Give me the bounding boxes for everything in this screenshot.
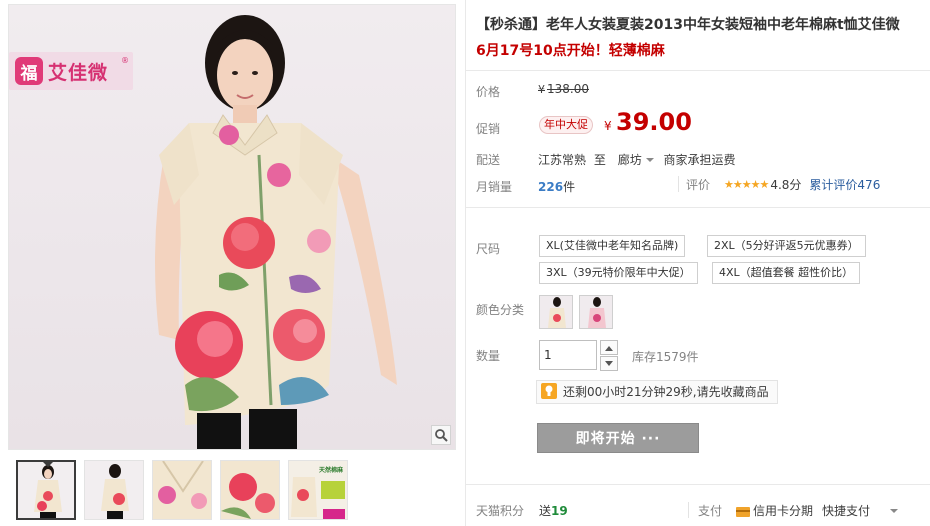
points-info: 送19 [539, 502, 568, 519]
product-info-panel: 【秒杀通】老年人女装夏装2013中年女装短袖中老年棉麻t恤艾佳微 6月17号10… [465, 0, 930, 526]
rating-score: 4.8分 [770, 178, 802, 192]
credit-installment[interactable]: 信用卡分期 [736, 502, 813, 519]
divider [678, 176, 679, 192]
pay-label: 支付 [698, 504, 723, 518]
monthly-sales-label: 月销量 [476, 180, 513, 194]
coming-soon-button[interactable]: 即将开始 ··· [537, 423, 699, 453]
registered-mark: ® [121, 56, 129, 65]
divider [688, 502, 689, 518]
credit-card-icon [736, 506, 750, 517]
stock-count: 库存1579件 [632, 350, 699, 364]
divider [466, 70, 930, 71]
size-option-2xl[interactable]: 2XL（5分好评返5元优惠券） [707, 235, 866, 257]
thumbnail-strip: 天然棉麻 [16, 460, 356, 522]
quick-pay-selector[interactable]: 快捷支付 [822, 502, 904, 519]
rating-label: 评价 [686, 178, 711, 192]
main-product-image[interactable]: 福 艾佳微 ® [8, 4, 456, 450]
points-prefix: 送 [539, 504, 552, 518]
thumb-back-view[interactable] [84, 460, 144, 520]
ship-from: 江苏常熟 [538, 153, 587, 167]
countdown-text: 还剩00小时21分钟29秒,请先收藏商品 [563, 385, 769, 399]
ship-to-selector[interactable]: 廊坊 [614, 153, 660, 167]
product-gallery: 福 艾佳微 ® 天然棉麻 [8, 4, 456, 526]
currency-symbol: ¥ [538, 83, 545, 96]
product-subtitle: 6月17号10点开始！轻薄棉麻 [476, 43, 665, 59]
price-label: 价格 [476, 85, 501, 99]
quantity-decrease-button[interactable] [600, 356, 618, 371]
quick-pay-label: 快捷支付 [822, 504, 871, 518]
brand-logo: 福 艾佳微 ® [9, 52, 133, 90]
delivery-info: 江苏常熟 至 廊坊 商家承担运费 [538, 151, 736, 168]
points-label: 天猫积分 [476, 504, 525, 518]
size-option-3xl[interactable]: 3XL（39元特价限年中大促） [539, 262, 698, 284]
size-label: 尺码 [476, 242, 501, 256]
sales-count: 226 [538, 180, 564, 194]
original-price-value: 138.00 [547, 82, 589, 96]
thumb-pattern-detail[interactable] [220, 460, 280, 520]
quantity-increase-button[interactable] [600, 340, 618, 355]
thumb-front-view[interactable] [16, 460, 76, 520]
color-label: 颜色分类 [476, 303, 525, 317]
chevron-down-icon [890, 508, 899, 513]
shipping-note: 商家承担运费 [663, 153, 736, 167]
points-value: 19 [551, 504, 568, 518]
chevron-down-icon [645, 157, 654, 162]
promo-price: 39.00 [616, 108, 692, 136]
rating-area: 评价 ★★★★★ 4.8分 累计评价476 [686, 176, 880, 193]
promo-label: 促销 [476, 122, 501, 136]
credit-label: 信用卡分期 [753, 504, 814, 518]
ship-to: 廊坊 [617, 153, 642, 167]
quantity-input[interactable] [539, 340, 597, 370]
color-option-cream-floral[interactable] [539, 295, 573, 329]
thumb-promo-banner[interactable]: 天然棉麻 [288, 460, 348, 520]
lightbulb-icon [541, 383, 557, 399]
product-title: 【秒杀通】老年人女装夏装2013中年女装短袖中老年棉麻t恤艾佳微 [476, 17, 900, 33]
footer-row: 天猫积分 送19 支付 信用卡分期 快捷支付 [476, 502, 926, 522]
sales-unit: 件 [563, 180, 576, 194]
color-option-pink-floral[interactable] [579, 295, 613, 329]
countdown-tip: 还剩00小时21分钟29秒,请先收藏商品 [536, 380, 778, 404]
promo-currency-symbol: ¥ [604, 119, 612, 133]
thumb-collar-detail[interactable] [152, 460, 212, 520]
divider [466, 207, 930, 208]
brand-name: 艾佳微 [48, 61, 109, 84]
magnifier-icon[interactable] [431, 425, 451, 445]
promo-badge: 年中大促 [539, 116, 593, 134]
total-reviews-link[interactable]: 累计评价476 [809, 176, 880, 193]
star-rating-icon: ★★★★★ [724, 178, 769, 191]
brand-seal-icon: 福 [15, 57, 43, 85]
delivery-label: 配送 [476, 153, 501, 167]
original-price: ¥138.00 [538, 82, 589, 96]
ship-to-word: 至 [593, 153, 606, 167]
size-option-xl[interactable]: XL(艾佳微中老年知名品牌) [539, 235, 686, 257]
divider [466, 484, 930, 485]
thumb-banner-text: 天然棉麻 [319, 467, 344, 474]
quantity-label: 数量 [476, 349, 501, 363]
monthly-sales: 226件 [538, 178, 575, 195]
size-option-4xl[interactable]: 4XL（超值套餐 超性价比） [712, 262, 861, 284]
